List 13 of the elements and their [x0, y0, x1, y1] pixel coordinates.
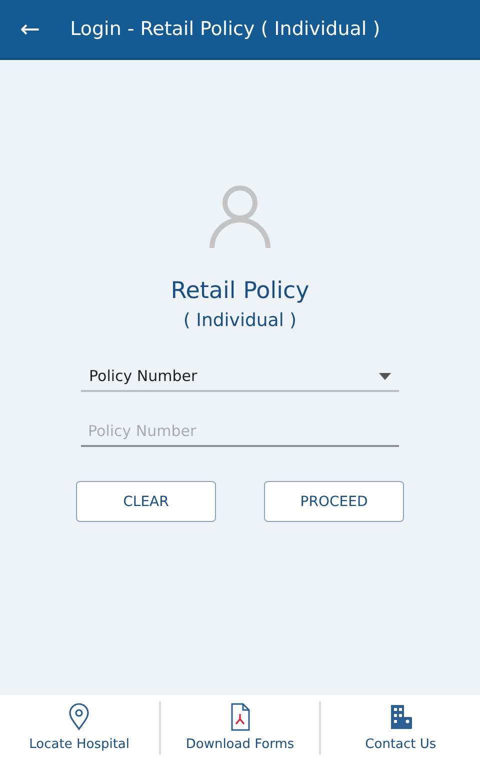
- caret-icon: [379, 372, 391, 380]
- id-type-dropdown[interactable]: Policy Number: [81, 367, 399, 392]
- login-title: Retail Policy: [170, 278, 310, 304]
- action-button[interactable]: CLEAR: [76, 481, 216, 522]
- user-icon: [209, 184, 271, 250]
- policy-number-field[interactable]: Policy Number: [81, 418, 399, 447]
- nav-link[interactable]: Download Forms: [186, 737, 294, 752]
- nav-link[interactable]: Contact Us: [365, 737, 436, 752]
- back-button[interactable]: ←: [20, 17, 40, 41]
- action-button[interactable]: PROCEED: [264, 481, 404, 522]
- nav-link[interactable]: Locate Hospital: [29, 737, 130, 752]
- screen-title: Login - Retail Policy ( Individual ): [70, 18, 380, 40]
- login-subtitle: ( Individual ): [183, 310, 297, 331]
